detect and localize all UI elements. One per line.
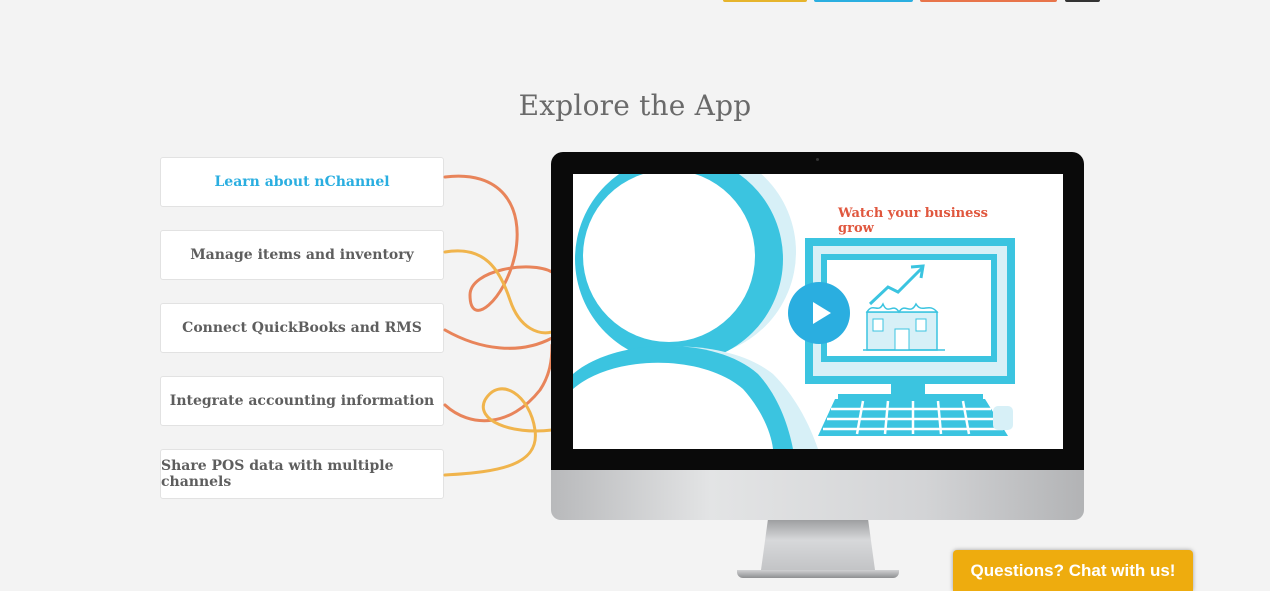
feature-connect-quickbooks[interactable]: Connect QuickBooks and RMS: [160, 303, 444, 353]
nav-tab-yellow[interactable]: [723, 0, 807, 2]
video-caption: Watch your business grow: [838, 206, 989, 236]
top-nav-remnant: [0, 0, 1270, 4]
feature-manage-inventory[interactable]: Manage items and inventory: [160, 230, 444, 280]
monitor: Watch your business grow: [551, 152, 1084, 582]
feature-integrate-accounting[interactable]: Integrate accounting information: [160, 376, 444, 426]
nav-tab-orange[interactable]: [920, 0, 1057, 2]
video-screen[interactable]: Watch your business grow: [573, 174, 1063, 449]
play-icon[interactable]: [788, 282, 850, 344]
decorative-strings: [443, 174, 554, 477]
monitor-stand: [761, 520, 875, 570]
chat-button[interactable]: Questions? Chat with us!: [953, 550, 1193, 591]
monitor-foot: [737, 570, 899, 578]
monitor-bezel: Watch your business grow: [551, 152, 1084, 470]
section-title: Explore the App: [518, 89, 752, 123]
nav-tab-dark[interactable]: [1065, 0, 1100, 2]
feature-learn-about[interactable]: Learn about nChannel: [160, 157, 444, 207]
feature-share-pos[interactable]: Share POS data with multiple channels: [160, 449, 444, 499]
monitor-chin: [551, 470, 1084, 520]
camera-dot: [816, 158, 819, 161]
nav-tab-blue[interactable]: [814, 0, 913, 2]
